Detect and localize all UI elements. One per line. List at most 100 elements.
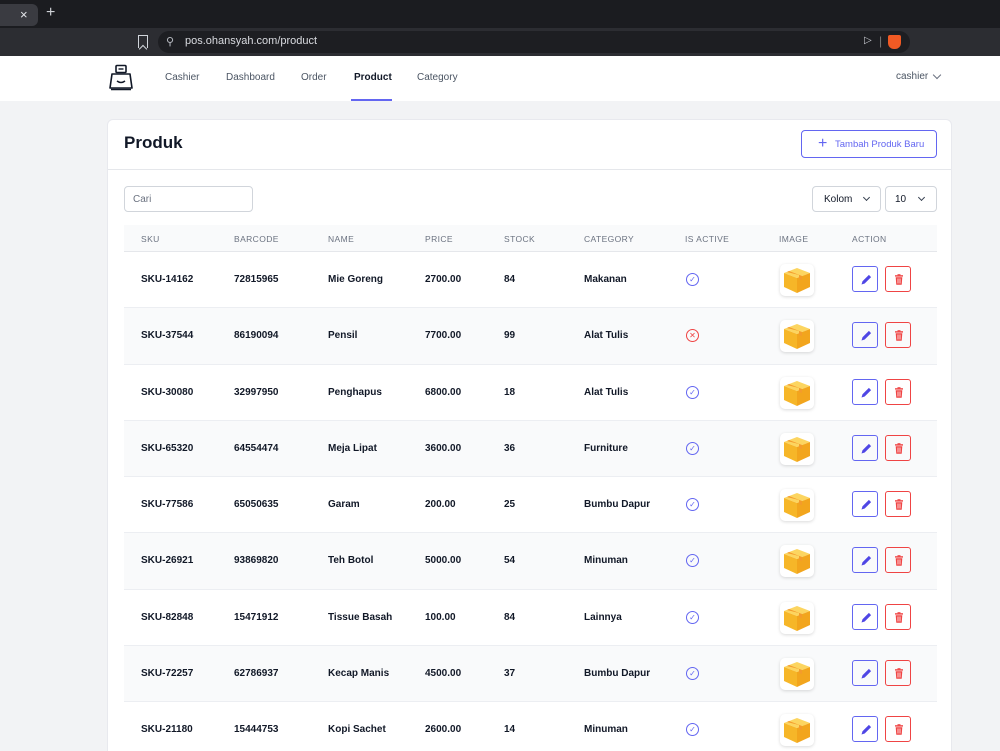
cell-barcode: 15444753 [234, 724, 279, 736]
nav-category[interactable]: Category [417, 72, 458, 83]
edit-button[interactable] [852, 434, 878, 461]
chevron-down-icon[interactable] [932, 70, 942, 80]
trash-icon [895, 386, 903, 398]
per-page-select[interactable]: 10 [885, 186, 937, 212]
cell-stock: 84 [504, 274, 516, 285]
product-table: SKU BARCODE NAME PRICE STOCK CATEGORY IS… [124, 225, 937, 751]
box-icon [784, 549, 810, 575]
cell-stock: 54 [504, 555, 516, 567]
bookmark-icon[interactable] [138, 35, 148, 48]
new-tab-icon[interactable]: + [46, 4, 55, 22]
trash-icon [895, 443, 903, 454]
column-header-is-active[interactable]: IS ACTIVE [685, 234, 729, 244]
product-image [780, 714, 814, 747]
url-field[interactable]: ⚲ pos.ohansyah.com/product ▷ | [158, 31, 910, 53]
edit-button[interactable] [852, 491, 878, 518]
cell-name: Pensil [328, 330, 358, 342]
cell-name: Meja Lipat [328, 442, 377, 454]
delete-button[interactable] [885, 378, 911, 405]
delete-button[interactable] [885, 322, 911, 349]
url-text[interactable]: pos.ohansyah.com/product [185, 35, 317, 47]
cell-sku: SKU-21180 [141, 724, 193, 736]
table-row: SKU-77586 65050635 Garam 200.00 25 Bumbu… [124, 477, 937, 534]
share-icon[interactable]: ▷ [864, 35, 872, 46]
box-icon [784, 268, 810, 293]
edit-button[interactable] [852, 716, 878, 743]
columns-dropdown[interactable]: Kolom [812, 186, 881, 212]
product-image [780, 432, 814, 465]
edit-button[interactable] [852, 660, 878, 687]
delete-button[interactable] [885, 660, 911, 687]
nav-dashboard[interactable]: Dashboard [226, 72, 275, 83]
edit-button[interactable] [852, 266, 878, 292]
nav-cashier[interactable]: Cashier [165, 72, 199, 83]
cell-sku: SKU-82848 [141, 611, 194, 623]
cell-price: 100.00 [425, 611, 456, 623]
column-header-category[interactable]: CATEGORY [584, 234, 634, 244]
check-circle-icon: ✓ [686, 273, 699, 286]
x-circle-icon: ✕ [686, 329, 699, 343]
cell-stock: 18 [504, 386, 516, 398]
cell-barcode: 65050635 [234, 499, 279, 511]
cell-stock: 37 [504, 668, 516, 680]
product-image [780, 264, 814, 296]
add-product-button[interactable]: + Tambah Produk Baru [801, 130, 937, 158]
cell-stock: 99 [504, 330, 516, 342]
table-row: SKU-30080 32997950 Penghapus 6800.00 18 … [124, 365, 937, 421]
table-row: SKU-26921 93869820 Teh Botol 5000.00 54 … [124, 533, 937, 590]
pos-logo-icon[interactable] [108, 64, 134, 92]
product-image [780, 658, 814, 691]
trash-icon [895, 330, 903, 342]
add-product-label: Tambah Produk Baru [835, 139, 925, 150]
box-icon [784, 324, 810, 350]
edit-button[interactable] [852, 547, 878, 574]
cell-sku: SKU-30080 [141, 386, 194, 398]
box-icon [784, 662, 810, 688]
nav-order[interactable]: Order [301, 72, 327, 83]
browser-tab[interactable]: × [0, 4, 38, 26]
nav-product[interactable]: Product [354, 72, 392, 83]
per-page-value: 10 [895, 194, 907, 205]
check-circle-icon: ✓ [686, 667, 699, 681]
box-icon [784, 605, 810, 631]
delete-button[interactable] [885, 716, 911, 743]
delete-button[interactable] [885, 547, 911, 574]
column-header-barcode[interactable]: BARCODE [234, 234, 279, 244]
chevron-down-icon [862, 193, 871, 202]
column-header-name[interactable]: NAME [328, 234, 354, 244]
edit-button[interactable] [852, 378, 878, 405]
site-settings-icon[interactable]: ⚲ [166, 35, 174, 48]
pencil-icon [861, 500, 872, 510]
cell-category: Alat Tulis [584, 386, 629, 398]
product-image [780, 376, 814, 409]
delete-button[interactable] [885, 491, 911, 518]
close-tab-icon[interactable]: × [20, 7, 28, 22]
box-icon [784, 718, 810, 744]
search-input[interactable] [124, 186, 253, 212]
trash-icon [895, 555, 903, 567]
column-header-price[interactable]: PRICE [425, 234, 453, 244]
box-icon [784, 436, 810, 462]
cell-category: Bumbu Dapur [584, 499, 651, 511]
cell-barcode: 86190094 [234, 330, 279, 342]
cell-price: 3600.00 [425, 442, 462, 454]
delete-button[interactable] [885, 603, 911, 630]
delete-button[interactable] [885, 434, 911, 461]
pencil-icon [861, 387, 872, 398]
check-circle-icon: ✓ [686, 554, 699, 568]
column-header-sku[interactable]: SKU [141, 234, 160, 244]
edit-button[interactable] [852, 603, 878, 630]
column-header-stock[interactable]: STOCK [504, 234, 535, 244]
cell-price: 7700.00 [425, 330, 462, 342]
brave-shield-icon[interactable] [888, 35, 901, 49]
edit-button[interactable] [852, 322, 878, 349]
pencil-icon [861, 556, 872, 566]
cell-category: Bumbu Dapur [584, 668, 651, 680]
cell-barcode: 64554474 [234, 442, 279, 454]
delete-button[interactable] [885, 266, 911, 292]
cell-sku: SKU-26921 [141, 555, 194, 567]
column-header-image: IMAGE [779, 234, 809, 244]
user-menu[interactable]: cashier [896, 71, 928, 82]
table-row: SKU-37544 86190094 Pensil 7700.00 99 Ala… [124, 308, 937, 365]
browser-address-bar: ⚲ pos.ohansyah.com/product ▷ | [0, 28, 1000, 56]
